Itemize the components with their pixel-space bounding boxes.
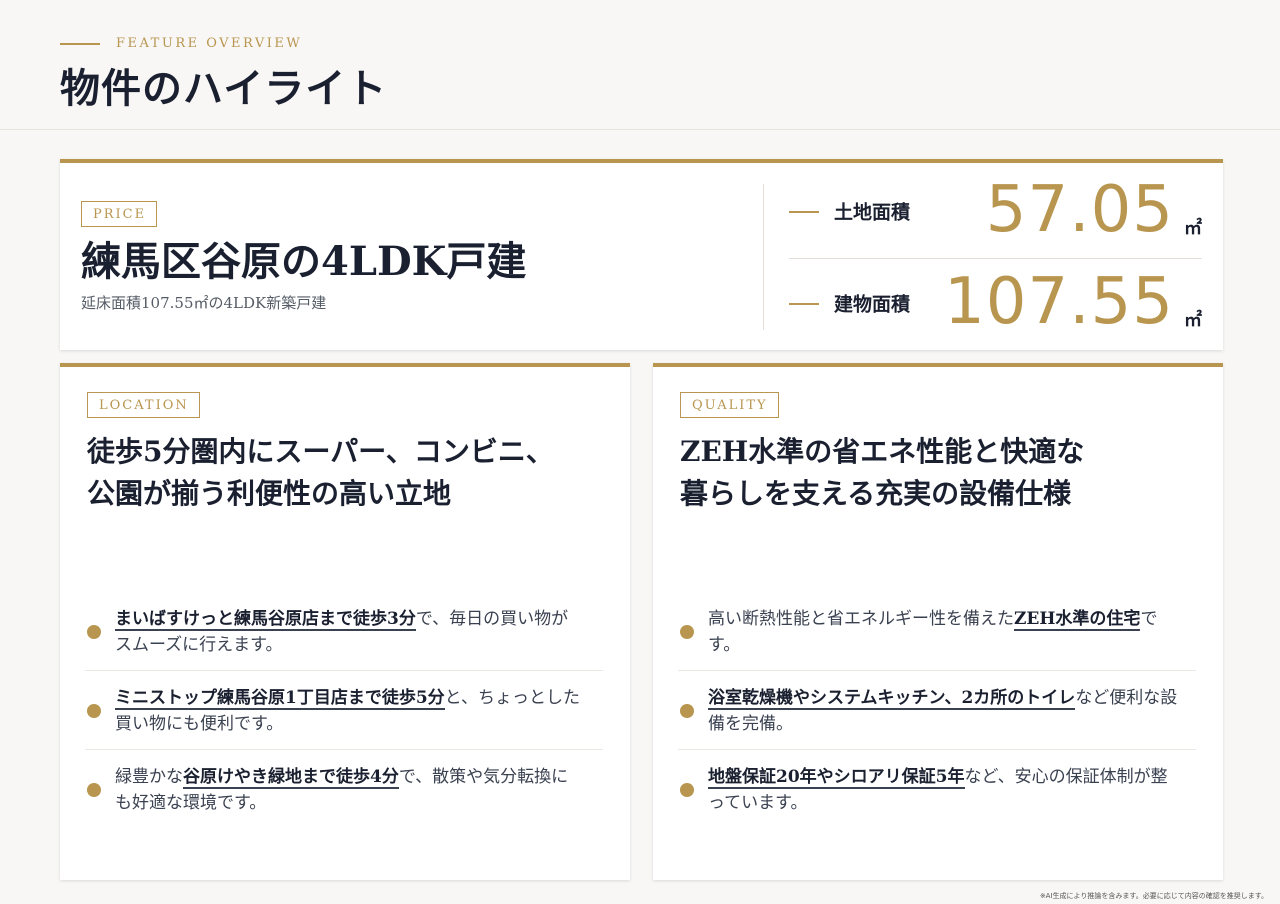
bullet-text: まいばすけっと練馬谷原店まで徒歩3分で、毎日の買い物がスムーズに行えます。 — [115, 609, 569, 655]
eyebrow-rule — [60, 42, 100, 45]
stat-dash — [789, 303, 819, 305]
stat-divider — [789, 258, 1202, 259]
eyebrow-text: FEATURE OVERVIEW — [116, 36, 303, 51]
highlight: 地盤保証20年やシロアリ保証5年 — [708, 767, 965, 789]
bullet-dot — [87, 625, 101, 639]
highlight: ミニストップ練馬谷原1丁目店まで徒歩5分 — [115, 688, 445, 710]
location-tag: LOCATION — [87, 392, 200, 418]
location-bullets: まいばすけっと練馬谷原店まで徒歩3分で、毎日の買い物がスムーズに行えます。 ミニ… — [85, 592, 603, 828]
bullet-dot — [680, 704, 694, 718]
list-item: 高い断熱性能と省エネルギー性を備えたZEH水準の住宅です。 — [678, 592, 1196, 671]
stat-unit: ㎡ — [1184, 310, 1202, 331]
stat-value: 57.05 — [985, 173, 1174, 247]
highlight: 谷原けやき緑地まで徒歩4分 — [183, 767, 399, 789]
location-title: 徒歩5分圏内にスーパー、コンビニ、 公園が揃う利便性の高い立地 — [87, 431, 554, 515]
list-item: ミニストップ練馬谷原1丁目店まで徒歩5分と、ちょっとした買い物にも便利です。 — [85, 671, 603, 750]
stat-unit: ㎡ — [1184, 218, 1202, 239]
price-card: PRICE 練馬区谷原の4LDK戸建 延床面積107.55㎡の4LDK新築戸建 … — [60, 159, 1223, 350]
property-subtitle: 延床面積107.55㎡の4LDK新築戸建 — [81, 294, 327, 312]
stat-value: 107.55 — [944, 265, 1174, 339]
highlight: 浴室乾燥機やシステムキッチン、2カ所のトイレ — [708, 688, 1076, 710]
eyebrow: FEATURE OVERVIEW — [60, 36, 302, 51]
list-item: 浴室乾燥機やシステムキッチン、2カ所のトイレなど便利な設備を完備。 — [678, 671, 1196, 750]
quality-title-line: ZEH水準の省エネ性能と快適な — [680, 435, 1085, 468]
list-item: まいばすけっと練馬谷原店まで徒歩3分で、毎日の買い物がスムーズに行えます。 — [85, 592, 603, 671]
bullet-dot — [87, 783, 101, 797]
highlight: ZEH水準の住宅 — [1014, 609, 1141, 631]
highlight: まいばすけっと練馬谷原店まで徒歩3分 — [115, 609, 416, 631]
stat-land-area: 土地面積 57.05 ㎡ — [789, 176, 1202, 246]
quality-card: QUALITY ZEH水準の省エネ性能と快適な 暮らしを支える充実の設備仕様 高… — [653, 363, 1223, 880]
location-card: LOCATION 徒歩5分圏内にスーパー、コンビニ、 公園が揃う利便性の高い立地… — [60, 363, 630, 880]
stat-label: 土地面積 — [834, 201, 911, 224]
stat-building-area: 建物面積 107.55 ㎡ — [789, 268, 1202, 338]
property-title: 練馬区谷原の4LDK戸建 — [81, 238, 527, 285]
bullet-dot — [680, 783, 694, 797]
disclaimer-footnote: ※AI生成により推論を含みます。必要に応じて内容の確認を推奨します。 — [1039, 892, 1268, 900]
bullet-dot — [680, 625, 694, 639]
quality-title: ZEH水準の省エネ性能と快適な 暮らしを支える充実の設備仕様 — [680, 431, 1084, 515]
bullet-dot — [87, 704, 101, 718]
bullet-text: 緑豊かな谷原けやき緑地まで徒歩4分で、散策や気分転換にも好適な環境です。 — [115, 767, 569, 813]
bullet-text: 高い断熱性能と省エネルギー性を備えたZEH水準の住宅です。 — [708, 609, 1158, 655]
quality-bullets: 高い断熱性能と省エネルギー性を備えたZEH水準の住宅です。 浴室乾燥機やシステム… — [678, 592, 1196, 828]
location-title-line: 徒歩5分圏内にスーパー、コンビニ、 — [87, 435, 554, 468]
list-item: 地盤保証20年やシロアリ保証5年など、安心の保証体制が整っています。 — [678, 750, 1196, 828]
bullet-text: 浴室乾燥機やシステムキッチン、2カ所のトイレなど便利な設備を完備。 — [708, 688, 1178, 734]
stat-label: 建物面積 — [834, 293, 911, 316]
page-title: 物件のハイライト — [60, 65, 388, 112]
location-title-line: 公園が揃う利便性の高い立地 — [87, 477, 452, 510]
list-item: 緑豊かな谷原けやき緑地まで徒歩4分で、散策や気分転換にも好適な環境です。 — [85, 750, 603, 828]
price-tag: PRICE — [81, 201, 158, 227]
quality-title-line: 暮らしを支える充実の設備仕様 — [680, 477, 1072, 510]
stat-dash — [789, 211, 819, 213]
quality-tag: QUALITY — [680, 392, 779, 418]
page-header: FEATURE OVERVIEW 物件のハイライト — [0, 0, 1280, 130]
bullet-text: 地盤保証20年やシロアリ保証5年など、安心の保証体制が整っています。 — [708, 767, 1168, 813]
bullet-text: ミニストップ練馬谷原1丁目店まで徒歩5分と、ちょっとした買い物にも便利です。 — [115, 688, 580, 734]
vertical-divider — [763, 184, 764, 330]
